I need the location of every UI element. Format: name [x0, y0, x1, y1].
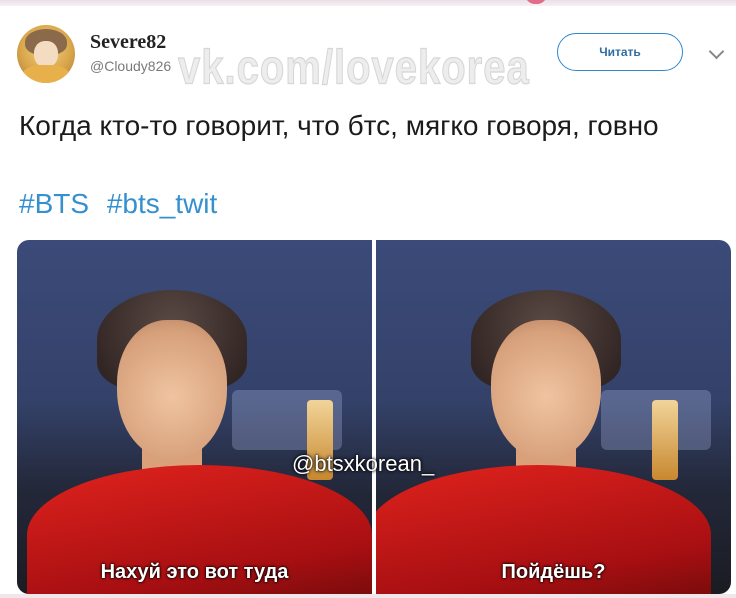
avatar[interactable] — [17, 25, 75, 83]
tweet-text: Когда кто-то говорит, что бтс, мягко гов… — [19, 110, 659, 141]
hashtags: #BTS #bts_twit — [19, 188, 227, 220]
meme-image-right[interactable]: Пойдёшь? — [376, 240, 731, 594]
caption-right: Пойдёшь? — [501, 561, 606, 583]
hashtag-link[interactable]: #BTS — [19, 188, 89, 219]
watermark: vk.com/lovekorea — [178, 41, 530, 95]
instagram-credit: @btsxkorean_ — [292, 451, 435, 476]
caption-left: Нахуй это вот туда — [100, 561, 289, 583]
top-strip — [0, 0, 736, 6]
follow-button[interactable]: Читать — [557, 33, 683, 71]
person-face — [491, 320, 601, 460]
user-handle[interactable]: @Cloudy826 — [90, 58, 171, 74]
person-face — [117, 320, 227, 460]
meme-image-left[interactable]: Нахуй это вот туда — [17, 240, 372, 594]
lamp — [652, 400, 678, 480]
avatar-hands — [23, 65, 69, 83]
hashtag-link[interactable]: #bts_twit — [107, 188, 218, 219]
notification-dot — [525, 0, 547, 4]
avatar-face — [34, 41, 58, 67]
username[interactable]: Severe82 — [90, 31, 166, 54]
bottom-strip — [0, 594, 736, 598]
chevron-down-icon[interactable] — [708, 43, 725, 60]
